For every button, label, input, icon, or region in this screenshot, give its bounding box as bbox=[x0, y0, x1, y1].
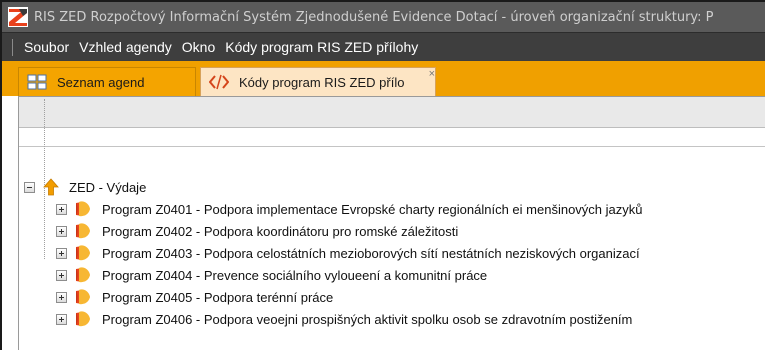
menu-grip bbox=[12, 38, 13, 56]
expand-icon[interactable] bbox=[56, 269, 67, 281]
tree-item-label: Program Z0402 - Podpora koordinátoru pro… bbox=[102, 223, 459, 239]
title-bar: RIS ZED Rozpočtový Informační Systém Zje… bbox=[2, 2, 765, 32]
program-icon bbox=[76, 223, 90, 239]
tab-kody-program-label: Kódy program RIS ZED přílo bbox=[239, 74, 405, 90]
close-icon[interactable]: × bbox=[429, 69, 435, 80]
code-icon bbox=[209, 74, 229, 90]
arrow-up-icon bbox=[43, 178, 59, 196]
menu-vzhled-agendy[interactable]: Vzhled agendy bbox=[74, 39, 177, 55]
expand-icon[interactable] bbox=[56, 291, 67, 303]
tab-seznam-agend[interactable]: Seznam agend bbox=[18, 67, 196, 96]
content-header bbox=[19, 97, 765, 128]
menu-kody-program[interactable]: Kódy program RIS ZED přílohy bbox=[220, 39, 423, 55]
program-icon bbox=[76, 289, 90, 305]
app-logo-icon bbox=[8, 7, 28, 27]
window-title: RIS ZED Rozpočtový Informační Systém Zje… bbox=[34, 9, 714, 25]
tree-item[interactable]: Program Z0404 - Prevence sociálního vylo… bbox=[56, 264, 487, 286]
expand-icon[interactable] bbox=[56, 225, 67, 237]
divider bbox=[19, 146, 765, 147]
tree-item[interactable]: Program Z0405 - Podpora terénní práce bbox=[56, 286, 333, 308]
tab-kody-program[interactable]: Kódy program RIS ZED přílo × bbox=[200, 67, 436, 96]
grid-icon bbox=[27, 74, 47, 90]
program-icon bbox=[76, 201, 90, 217]
tree-item-label: Program Z0405 - Podpora terénní práce bbox=[102, 289, 334, 305]
expand-icon[interactable] bbox=[56, 313, 67, 325]
app-window: RIS ZED Rozpočtový Informační Systém Zje… bbox=[0, 0, 765, 350]
menu-soubor[interactable]: Soubor bbox=[19, 39, 74, 55]
program-icon bbox=[76, 267, 90, 283]
expand-icon[interactable] bbox=[56, 203, 67, 215]
tab-strip: Seznam agend Kódy program RIS ZED přílo … bbox=[2, 61, 765, 96]
tree-root-label: ZED - Výdaje bbox=[69, 179, 147, 195]
tree-item[interactable]: Program Z0401 - Podpora implementace Evr… bbox=[56, 198, 642, 220]
tree-item-label: Program Z0403 - Podpora celostátních mez… bbox=[102, 245, 640, 261]
expand-icon[interactable] bbox=[56, 247, 67, 259]
program-icon bbox=[76, 311, 90, 327]
menu-bar: Soubor Vzhled agendy Okno Kódy program R… bbox=[2, 32, 765, 61]
menu-okno[interactable]: Okno bbox=[177, 39, 220, 55]
tree-item-label: Program Z0406 - Podpora veoejni prospišn… bbox=[102, 311, 633, 327]
tree-item-label: Program Z0401 - Podpora implementace Evr… bbox=[102, 201, 643, 217]
program-icon bbox=[76, 245, 90, 261]
tree-item[interactable]: Program Z0403 - Podpora celostátních mez… bbox=[56, 242, 640, 264]
tree-item[interactable]: Program Z0406 - Podpora veoejni prospišn… bbox=[56, 308, 632, 330]
tree-item[interactable]: Program Z0402 - Podpora koordinátoru pro… bbox=[56, 220, 458, 242]
tab-seznam-agend-label: Seznam agend bbox=[57, 74, 145, 90]
tree-item-label: Program Z0404 - Prevence sociálního vylo… bbox=[102, 267, 488, 283]
collapse-icon[interactable] bbox=[24, 181, 35, 193]
tree-root-row[interactable]: ZED - Výdaje bbox=[24, 176, 146, 198]
